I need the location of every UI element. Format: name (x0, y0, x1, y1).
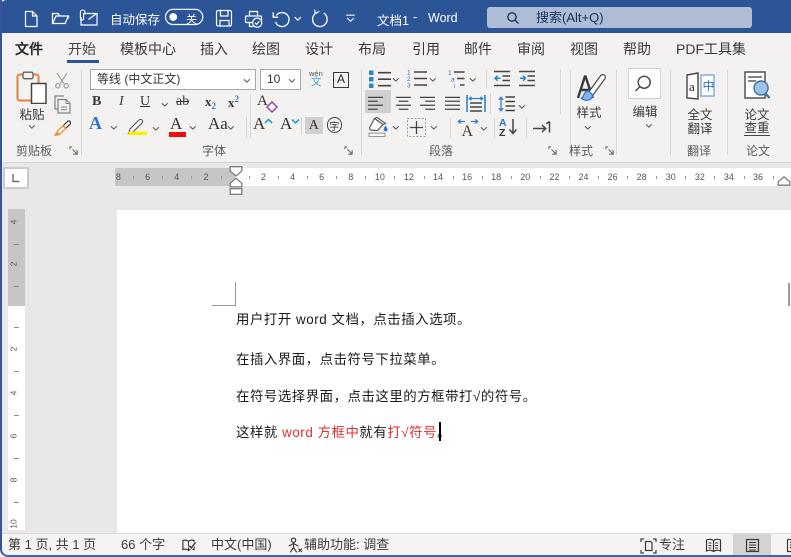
svg-text:3: 3 (407, 83, 411, 89)
svg-text:中: 中 (703, 77, 715, 94)
svg-text:i: i (454, 83, 455, 88)
svg-text:A: A (461, 123, 473, 138)
svg-text:Z: Z (499, 127, 506, 137)
svg-text:a: a (689, 79, 695, 94)
